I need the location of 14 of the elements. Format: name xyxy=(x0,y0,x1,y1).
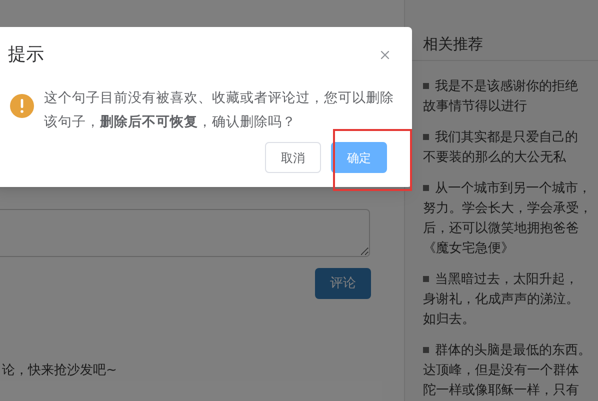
cancel-button[interactable]: 取消 xyxy=(265,142,321,173)
sidebar-title: 相关推荐 xyxy=(423,34,483,55)
confirm-button[interactable]: 确定 xyxy=(331,142,387,173)
comment-button[interactable]: 评论 xyxy=(315,268,371,299)
dialog-message: 这个句子目前没有被喜欢、收藏或者评论过，您可以删除该句子，删除后不可恢复，确认删除吗？ xyxy=(44,89,394,132)
recommendation-text[interactable]: 群体的头脑是最低的东西。 达顶峰，但是没有一个群体 陀一样或像耶稣一样，只有 xyxy=(423,341,591,401)
recommendation-text[interactable]: 我是不是该感谢你的拒绝 故事情节得以进行 xyxy=(423,77,578,117)
recommendation-text[interactable]: 当黑暗过去，太阳升起， 身谢礼，化成声声的涕泣。 如归去。 xyxy=(423,270,579,330)
recommendation-text[interactable]: 我们其实都是只爱自己的 不要装的那么的大公无私 xyxy=(423,128,578,168)
empty-comments-text: 论，快来抢沙发吧~ xyxy=(2,362,117,380)
recommendation-text[interactable]: 从一个城市到另一个城市， 努力。学会长大，学会承受， 后，还可以微笑地拥抱爸爸 《魔女宅急便》 xyxy=(423,179,592,259)
dialog-title: 提示 xyxy=(8,43,44,67)
comment-field[interactable] xyxy=(0,209,370,257)
warning-icon xyxy=(10,94,34,118)
